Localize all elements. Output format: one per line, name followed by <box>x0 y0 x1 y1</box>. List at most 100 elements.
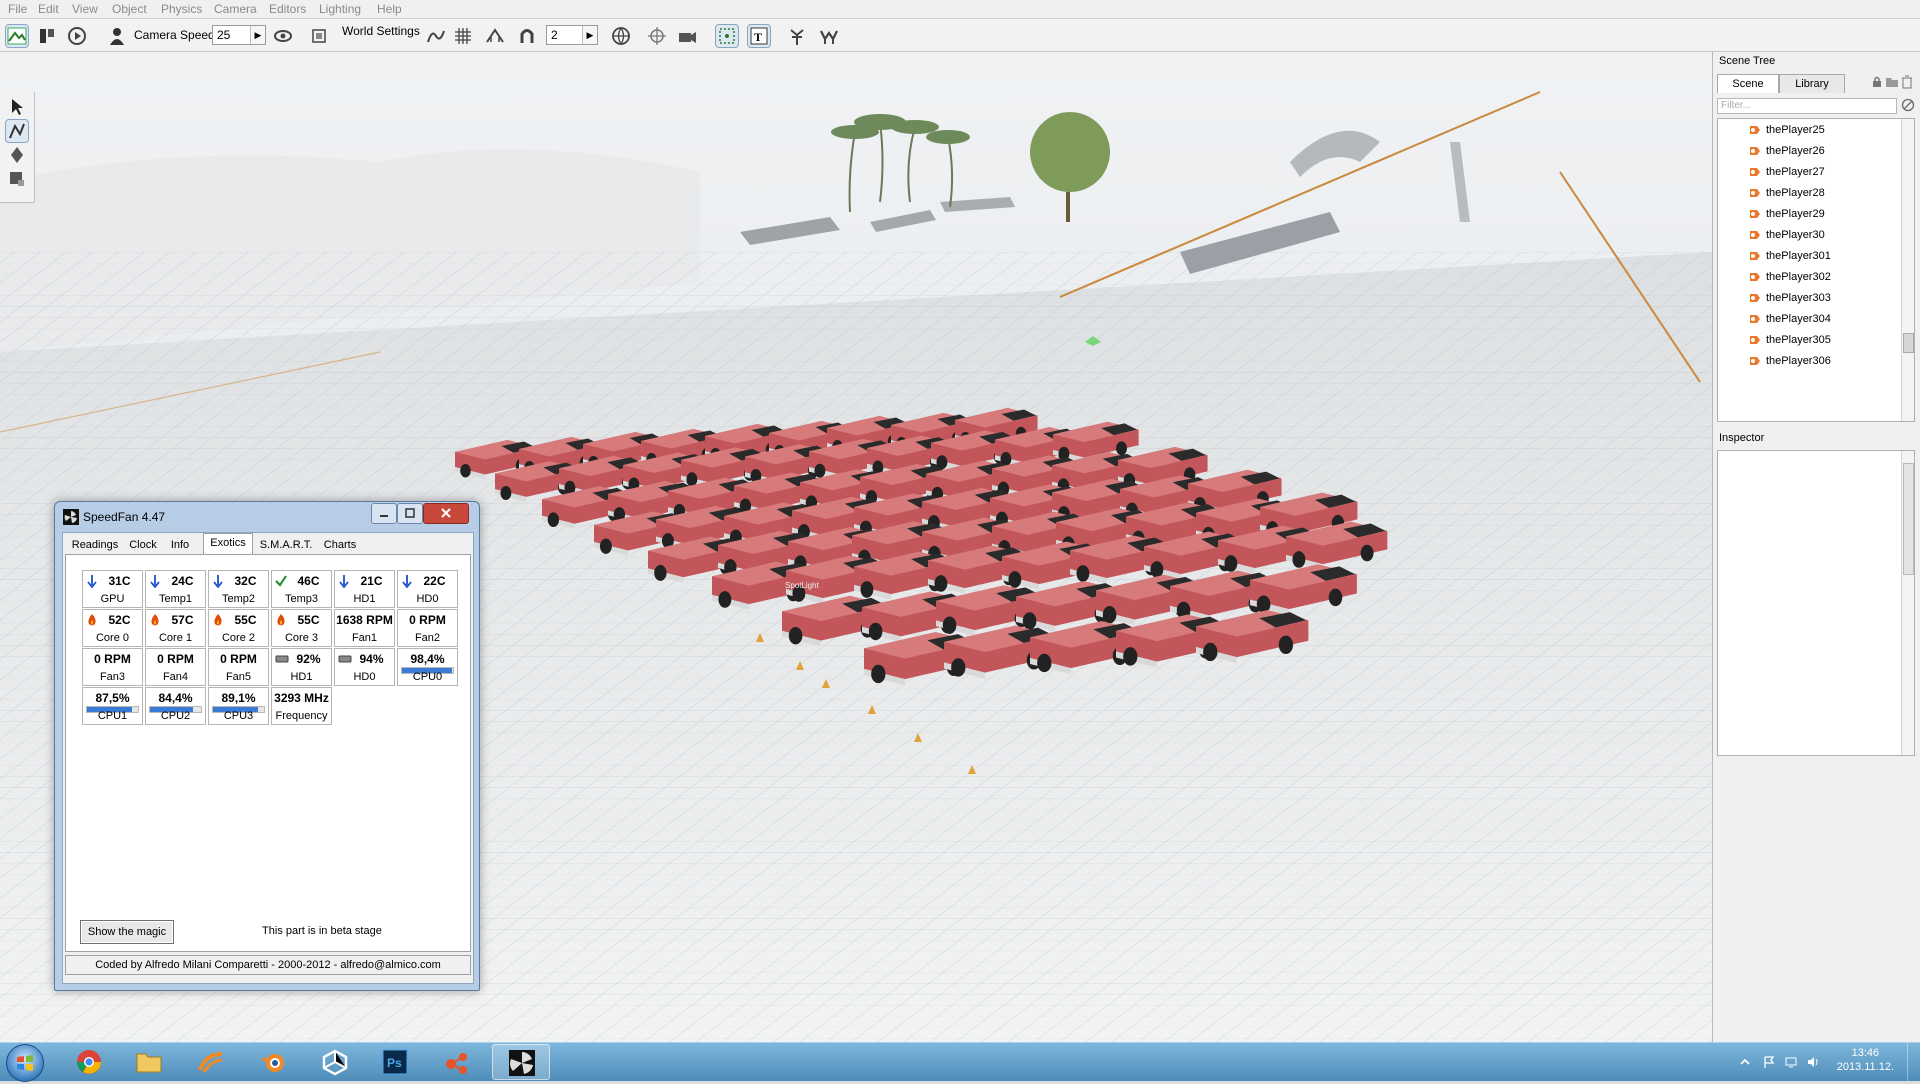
lock-icon[interactable] <box>1871 76 1883 88</box>
sensor-name: GPU <box>100 593 125 605</box>
menu-edit[interactable]: Edit <box>38 2 59 16</box>
globe-icon[interactable] <box>610 25 632 47</box>
exotics-page: 31C GPU 24C Temp1 32C Temp2 46C Temp3 21C HD1 22C H… <box>65 554 471 952</box>
tab-readings[interactable]: Readings <box>67 535 123 555</box>
chrome-taskbar-button[interactable] <box>60 1044 118 1080</box>
tab-info[interactable]: Info <box>163 535 197 555</box>
play-icon[interactable] <box>66 25 88 47</box>
menu-help[interactable]: Help <box>377 2 402 16</box>
rotate-icon[interactable] <box>6 144 28 166</box>
scene-filter-input[interactable]: Filter... <box>1717 98 1897 114</box>
scene-tree-item-label: thePlayer30 <box>1766 229 1825 241</box>
camera-path-icon[interactable] <box>676 25 698 47</box>
tree-plant-icon[interactable] <box>786 25 808 47</box>
vehicle-object-icon <box>1748 333 1762 347</box>
clock[interactable]: 13:46 2013.11.12. <box>1837 1046 1894 1074</box>
camera-speed-input[interactable]: 25 ▶ <box>212 25 266 45</box>
scrollbar-thumb[interactable] <box>1903 333 1914 353</box>
level-icon[interactable] <box>36 25 58 47</box>
clear-filter-icon[interactable] <box>1901 98 1915 112</box>
spin-arrow-icon[interactable]: ▶ <box>250 26 265 44</box>
sensor-name: CPU0 <box>412 671 443 683</box>
node-icon[interactable] <box>424 25 446 47</box>
spin-arrow-icon[interactable]: ▶ <box>582 26 597 44</box>
tab-scene[interactable]: Scene <box>1717 74 1779 93</box>
sensor-name: Core 3 <box>284 632 319 644</box>
crosshair-icon[interactable] <box>646 25 668 47</box>
snap-icon[interactable] <box>308 25 330 47</box>
sensor-cell: 57C Core 1 <box>145 609 206 647</box>
visibility-eye-icon[interactable] <box>272 25 294 47</box>
scene-tree-item-label: thePlayer26 <box>1766 145 1825 157</box>
feed-taskbar-button[interactable] <box>182 1044 240 1080</box>
tab-clock[interactable]: Clock <box>123 535 163 555</box>
scene-tree-title: Scene Tree <box>1719 55 1776 67</box>
grid-icon[interactable] <box>452 25 474 47</box>
world-settings-label[interactable]: World Settings <box>342 24 420 38</box>
grid-size-input[interactable]: 2 ▶ <box>546 25 598 45</box>
clock-time: 13:46 <box>1851 1047 1880 1059</box>
sensor-cell: 22C HD0 <box>397 570 458 608</box>
vehicle-object-icon <box>1748 228 1762 242</box>
sensor-value: 0 RPM <box>220 652 257 666</box>
show-desktop-button[interactable] <box>1907 1043 1920 1081</box>
scene-tree-list[interactable]: thePlayer25 thePlayer26 thePlayer27 thePlay… <box>1717 118 1915 422</box>
menu-bar: File Edit View Object Physics Camera Edi… <box>0 0 1920 19</box>
text-label-icon[interactable]: T <box>747 24 771 48</box>
select-box-icon[interactable] <box>715 24 739 48</box>
tab-library[interactable]: Library <box>1779 74 1845 93</box>
menu-object[interactable]: Object <box>112 2 147 16</box>
network-app-taskbar-button[interactable] <box>428 1044 486 1080</box>
sensor-value: 84,4% <box>158 691 193 705</box>
select-arrow-icon[interactable] <box>6 96 28 118</box>
sensor-value: 0 RPM <box>157 652 194 666</box>
filter-placeholder: Filter... <box>1721 100 1752 111</box>
photoshop-taskbar-button[interactable]: Ps <box>366 1044 424 1080</box>
menu-view[interactable]: View <box>72 2 98 16</box>
sensor-cell: 0 RPM Fan2 <box>397 609 458 647</box>
explorer-taskbar-button[interactable] <box>120 1044 178 1080</box>
action-center-flag-icon[interactable] <box>1762 1055 1776 1069</box>
sensor-cell: 98,4% CPU0 <box>397 648 458 686</box>
blender-taskbar-button[interactable] <box>244 1044 302 1080</box>
bridge-icon[interactable] <box>484 25 506 47</box>
magnet-icon[interactable] <box>516 25 538 47</box>
start-button[interactable] <box>6 1044 44 1082</box>
tab-charts[interactable]: Charts <box>319 535 361 555</box>
show-hidden-icons-icon[interactable] <box>1738 1055 1752 1069</box>
folder-icon[interactable] <box>1885 76 1899 88</box>
unity-taskbar-button[interactable] <box>306 1044 364 1080</box>
inspector-scrollbar[interactable] <box>1901 451 1914 755</box>
speedfan-taskbar-button[interactable] <box>492 1044 550 1080</box>
sensor-name: HD0 <box>353 671 376 683</box>
sensor-name: Temp3 <box>284 593 319 605</box>
menu-physics[interactable]: Physics <box>161 2 202 16</box>
scale-icon[interactable] <box>6 168 28 190</box>
maximize-button[interactable] <box>397 503 423 524</box>
menu-camera[interactable]: Camera <box>214 2 257 16</box>
sensor-value: 57C <box>171 613 194 627</box>
menu-lighting[interactable]: Lighting <box>319 2 361 16</box>
close-button[interactable] <box>423 503 469 524</box>
network-icon[interactable] <box>1784 1055 1798 1069</box>
sensor-cell: 84,4% CPU2 <box>145 687 206 725</box>
sensor-cell: 0 RPM Fan4 <box>145 648 206 686</box>
terrain-editor-icon[interactable] <box>5 24 29 48</box>
tab-smart[interactable]: S.M.A.R.T. <box>255 535 317 555</box>
show-magic-button[interactable]: Show the magic <box>80 920 174 944</box>
menu-file[interactable]: File <box>8 2 27 16</box>
move-icon[interactable] <box>5 119 29 143</box>
minimize-button[interactable] <box>371 503 397 524</box>
forest-icon[interactable] <box>818 25 840 47</box>
sensor-cell: 24C Temp1 <box>145 570 206 608</box>
tab-exotics[interactable]: Exotics <box>203 533 253 555</box>
trash-icon[interactable] <box>1901 75 1913 89</box>
volume-icon[interactable] <box>1806 1055 1820 1069</box>
sensor-name: Fan3 <box>99 671 126 683</box>
sensor-value: 98,4% <box>410 652 445 666</box>
sensor-value: 46C <box>297 574 320 588</box>
menu-editors[interactable]: Editors <box>269 2 306 16</box>
scene-tree-scrollbar[interactable] <box>1901 119 1914 421</box>
spotlight-label: SpotLight <box>785 581 820 590</box>
scrollbar-thumb[interactable] <box>1903 463 1914 575</box>
